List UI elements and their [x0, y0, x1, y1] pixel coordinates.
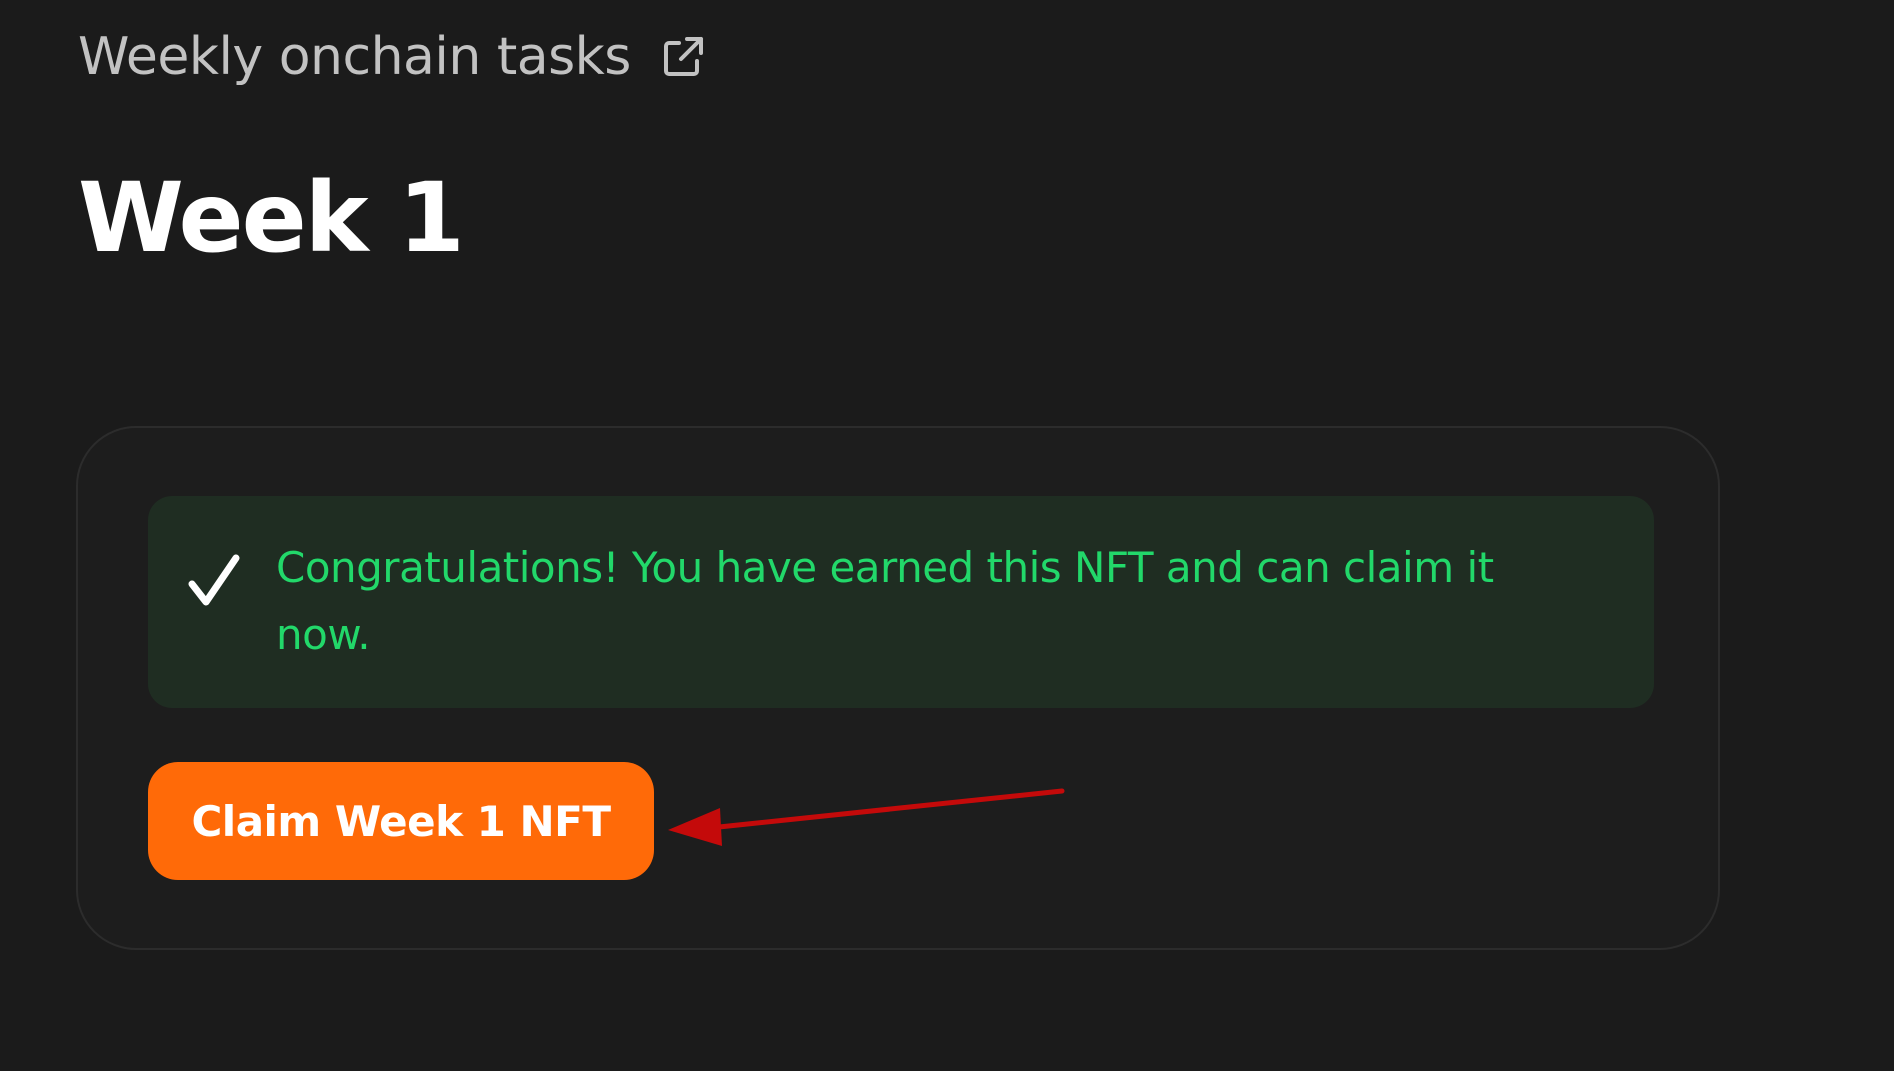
week-title: Week 1 [78, 162, 465, 274]
claim-button[interactable]: Claim Week 1 NFT [148, 762, 654, 880]
weekly-tasks-title: Weekly onchain tasks [78, 27, 631, 87]
success-message: Congratulations! You have earned this NF… [276, 543, 1494, 659]
external-link-icon[interactable] [659, 33, 707, 81]
checkmark-icon [188, 552, 240, 612]
weekly-tasks-link[interactable]: Weekly onchain tasks [78, 18, 707, 96]
success-alert: Congratulations! You have earned this NF… [148, 496, 1654, 708]
week-card: Congratulations! You have earned this NF… [76, 426, 1720, 950]
